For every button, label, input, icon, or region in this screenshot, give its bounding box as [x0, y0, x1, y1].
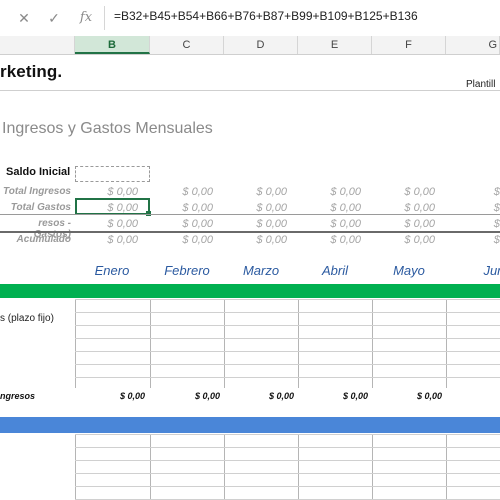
grid-hline — [75, 473, 500, 474]
income-total-cell[interactable]: $ 0 — [456, 391, 500, 401]
income-row-label: s (plazo fijo) — [0, 313, 54, 324]
summary-value-cell[interactable]: $ 0 — [449, 218, 500, 230]
summary-value-cell[interactable]: $ 0,00 — [227, 218, 287, 230]
summary-value-cell[interactable]: $ 0,00 — [227, 186, 287, 198]
fx-icon[interactable]: fx — [76, 8, 96, 28]
summary-divider-strong — [0, 231, 500, 233]
income-total-cell[interactable]: $ 0,00 — [382, 391, 442, 401]
sheet-title: Ingresos y Gastos Mensuales — [2, 120, 213, 137]
income-total-cell[interactable]: $ 0,00 — [234, 391, 294, 401]
income-total-cell[interactable]: $ 0,00 — [308, 391, 368, 401]
column-header-f[interactable]: F — [372, 36, 446, 54]
summary-value-cell[interactable]: $ 0,00 — [227, 234, 287, 246]
brand-logo-text: rketing. — [0, 62, 63, 81]
month-header: Abril — [321, 263, 348, 278]
grid-hline — [75, 338, 500, 339]
grid-hline — [75, 299, 500, 300]
income-total-cell[interactable]: $ 0,00 — [160, 391, 220, 401]
grid-hline — [75, 377, 500, 378]
summary-value-cell[interactable]: $ 0 — [449, 186, 500, 198]
header-divider — [0, 90, 500, 91]
month-header: Enero — [94, 263, 130, 278]
summary-value-cell[interactable]: $ 0,00 — [78, 218, 138, 230]
column-header-a[interactable] — [0, 36, 75, 54]
total-ingresos-label: Total Ingresos — [3, 186, 71, 197]
template-label: Plantill — [466, 79, 496, 90]
column-header-b[interactable]: B — [75, 36, 150, 54]
summary-value-cell[interactable]: $ 0,00 — [153, 218, 213, 230]
grid-vline — [75, 434, 76, 500]
summary-value-cell[interactable]: $ 0 — [449, 234, 500, 246]
grid-vline — [224, 434, 225, 500]
grid-vline — [372, 434, 373, 500]
grid-vline — [298, 434, 299, 500]
summary-value-cell[interactable]: $ 0,00 — [301, 218, 361, 230]
month-header: Febrero — [164, 263, 210, 278]
summary-value-cell[interactable]: $ 0,00 — [153, 202, 213, 214]
total-ingresos-row-label: ngresos — [0, 391, 36, 401]
saldo-inicial-cell[interactable] — [75, 166, 150, 182]
column-header-e[interactable]: E — [298, 36, 372, 54]
summary-value-cell[interactable]: $ 0,00 — [301, 202, 361, 214]
expense-section-band — [0, 417, 500, 433]
formula-bar-divider — [104, 6, 105, 30]
month-header: Marzo — [242, 263, 280, 278]
summary-value-cell[interactable]: $ 0,00 — [301, 186, 361, 198]
grid-vline — [150, 434, 151, 500]
column-header-g[interactable]: G — [446, 36, 500, 54]
grid-vline — [446, 434, 447, 500]
grid-hline — [75, 447, 500, 448]
grid-hline — [75, 351, 500, 352]
summary-value-cell[interactable]: $ 0,00 — [375, 186, 435, 198]
summary-value-cell[interactable]: $ 0,00 — [375, 202, 435, 214]
grid-hline — [75, 364, 500, 365]
income-section-band — [0, 284, 500, 298]
summary-value-cell[interactable]: $ 0,00 — [301, 234, 361, 246]
acumulado-label: Acumulado — [16, 234, 71, 245]
month-header: Junio — [483, 263, 500, 278]
column-header-row: B C D E F G — [0, 36, 500, 55]
selected-cell[interactable] — [75, 198, 150, 215]
summary-value-cell[interactable]: $ 0 — [449, 202, 500, 214]
grid-hline — [75, 486, 500, 487]
summary-value-cell[interactable]: $ 0,00 — [153, 186, 213, 198]
summary-value-cell[interactable]: $ 0,00 — [227, 202, 287, 214]
grid-hline — [75, 434, 500, 435]
grid-hline — [75, 460, 500, 461]
grid-hline — [75, 312, 500, 313]
check-icon[interactable]: ✓ — [44, 8, 64, 28]
summary-divider — [0, 214, 500, 215]
summary-value-cell[interactable]: $ 0,00 — [78, 186, 138, 198]
close-icon[interactable]: ✕ — [14, 8, 34, 28]
month-header: Mayo — [393, 263, 425, 278]
column-header-d[interactable]: D — [224, 36, 298, 54]
total-gastos-label: Total Gastos — [10, 202, 71, 213]
saldo-inicial-label: Saldo Inicial — [6, 166, 71, 178]
formula-input[interactable]: =B32+B45+B54+B66+B76+B87+B99+B109+B125+B… — [114, 9, 418, 23]
column-header-c[interactable]: C — [150, 36, 224, 54]
summary-value-cell[interactable]: $ 0,00 — [375, 218, 435, 230]
formula-bar: ✕ ✓ fx =B32+B45+B54+B66+B76+B87+B99+B109… — [0, 0, 500, 37]
summary-value-cell[interactable]: $ 0,00 — [375, 234, 435, 246]
summary-value-cell[interactable]: $ 0,00 — [78, 234, 138, 246]
summary-value-cell[interactable]: $ 0,00 — [153, 234, 213, 246]
income-total-cell[interactable]: $ 0,00 — [85, 391, 145, 401]
grid-hline — [75, 325, 500, 326]
